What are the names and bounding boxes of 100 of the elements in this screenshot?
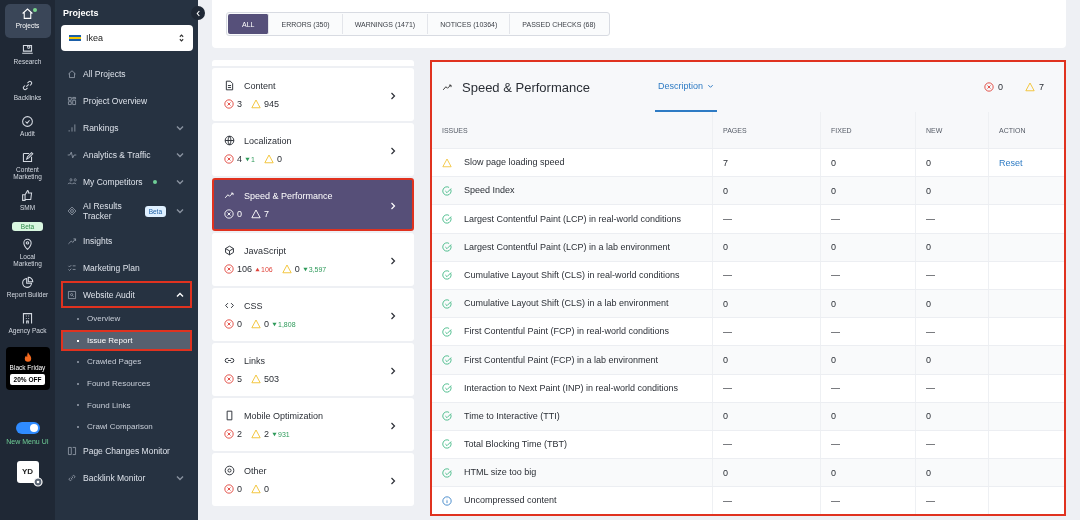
issue-name[interactable]: HTML size too big (464, 467, 537, 479)
chevron-icon (176, 291, 184, 298)
trend-arrow-icon (272, 431, 278, 437)
trend-arrow-icon (245, 156, 250, 162)
error-icon (224, 209, 234, 219)
menu-icon (67, 150, 77, 161)
table-cell: — (820, 430, 915, 459)
error-count: 5 (237, 374, 242, 384)
category-card[interactable]: Other 0 0 (212, 453, 414, 506)
warning-count: 7 (1039, 82, 1044, 92)
issue-name[interactable]: Speed Index (464, 185, 515, 197)
error-icon (224, 374, 234, 384)
sidebar-item[interactable]: My Competitors (61, 168, 192, 196)
category-card[interactable]: Speed & Performance 0 7 (212, 178, 414, 231)
category-card[interactable]: Content 3 945 (212, 68, 414, 121)
table-cell: — (915, 430, 988, 459)
error-count: 0 (237, 319, 242, 329)
table-cell: — (820, 374, 915, 402)
warning-count: 0 (264, 484, 270, 494)
sidebar-item[interactable]: Found Links (61, 394, 192, 417)
table-cell: 0 (820, 233, 915, 261)
menu-icon (67, 96, 77, 107)
table-cell: — (712, 205, 820, 233)
issue-name[interactable]: Largest Contentful Paint (LCP) in a lab environment (464, 241, 671, 253)
issue-name[interactable]: Largest Contentful Paint (LCP) in real-world conditions (464, 213, 682, 225)
sidebar-item[interactable]: Crawl Comparison (61, 416, 192, 438)
warning-icon (251, 429, 261, 439)
warning-icon (1025, 82, 1035, 92)
error-icon (224, 319, 234, 329)
warning-count: 0 (294, 264, 300, 274)
error-icon (224, 264, 234, 274)
table-cell: — (712, 374, 820, 402)
table-cell: 0 (915, 459, 988, 487)
chevron-icon (176, 179, 184, 185)
collapse-button[interactable] (191, 6, 205, 20)
warning-count: 945 (264, 99, 280, 109)
issue-name[interactable]: Interaction to Next Paint (INP) in real-world conditions (464, 382, 679, 394)
sidebar-item[interactable]: Insights (61, 227, 192, 255)
sidebar-item[interactable]: Page Changes Monitor (61, 437, 192, 465)
updown-icon (178, 33, 185, 43)
table-cell: — (712, 430, 820, 459)
nav-icon (21, 43, 34, 56)
chevron-left-icon (195, 9, 201, 17)
table-cell: 0 (820, 289, 915, 318)
reset-link[interactable]: Reset (999, 157, 1023, 168)
nav-icon (21, 188, 34, 202)
sidebar-item[interactable]: Marketing Plan (61, 254, 192, 282)
sidebar-item[interactable]: Issue Report (61, 329, 192, 352)
warning-icon (263, 154, 274, 164)
nav-icon (21, 7, 34, 20)
avatar[interactable]: YD (16, 460, 39, 483)
flag-icon (69, 35, 81, 41)
sidebar-item[interactable]: Backlink Monitor (61, 464, 192, 492)
notification-dot (32, 8, 37, 12)
issue-name[interactable]: Cumulative Layout Shift (CLS) in real-world conditions (464, 269, 680, 281)
table-cell: — (712, 487, 820, 514)
issue-name[interactable]: Uncompressed content (464, 495, 557, 507)
chevron-right-icon (390, 477, 396, 485)
table-cell: — (915, 205, 988, 233)
table-cell: — (712, 261, 820, 289)
sidebar-item[interactable]: Project Overview (61, 87, 192, 115)
sidebar-item[interactable]: Analytics & Traffic (61, 141, 192, 169)
table-cell: 0 (712, 233, 820, 261)
issue-name[interactable]: Cumulative Layout Shift (CLS) in a lab environment (464, 298, 669, 309)
category-card[interactable]: Links 5 503 (212, 343, 414, 396)
issue-name[interactable]: Total Blocking Time (TBT) (464, 439, 568, 450)
sidebar-item[interactable]: Found Resources (61, 372, 192, 395)
nav-icon (21, 311, 34, 325)
chevron-icon (176, 208, 184, 215)
issue-name[interactable]: First Contentful Paint (FCP) in a lab environment (464, 354, 659, 366)
table-cell: — (820, 261, 915, 289)
table-cell: 0 (712, 346, 820, 374)
sidebar-item[interactable]: Overview (61, 308, 192, 330)
chevron-right-icon (390, 312, 396, 320)
toggle-switch[interactable] (15, 421, 40, 434)
table-cell: — (820, 487, 915, 514)
table-cell: — (820, 205, 915, 233)
category-icon (224, 245, 235, 256)
menu-icon (67, 123, 77, 134)
sidebar-item[interactable]: All Projects (61, 61, 192, 88)
table-cell: 0 (820, 402, 915, 430)
project-select[interactable]: Ikea (61, 25, 193, 51)
table-cell: 0 (915, 177, 988, 205)
chevron-right-icon (390, 367, 396, 375)
sidebar-item[interactable]: Website Audit (61, 281, 192, 309)
issue-name[interactable]: First Contentful Paint (FCP) in real-world conditions (464, 326, 670, 338)
menu-icon (67, 289, 77, 300)
nav-icon (21, 115, 34, 128)
menu-icon (67, 206, 77, 217)
warning-icon (251, 99, 261, 109)
sidebar-item[interactable]: Crawled Pages (61, 351, 192, 373)
sidebar-item[interactable]: Rankings (61, 114, 192, 142)
error-count: 3 (237, 99, 242, 109)
table-cell: 0 (712, 177, 820, 205)
issue-name[interactable]: Time to Interactive (TTI) (464, 410, 560, 422)
table-cell: — (915, 487, 988, 514)
table-cell: 0 (712, 289, 820, 318)
menu-icon (67, 69, 77, 80)
issue-name[interactable]: Slow page loading speed (464, 157, 565, 168)
table-cell: 0 (915, 346, 988, 374)
